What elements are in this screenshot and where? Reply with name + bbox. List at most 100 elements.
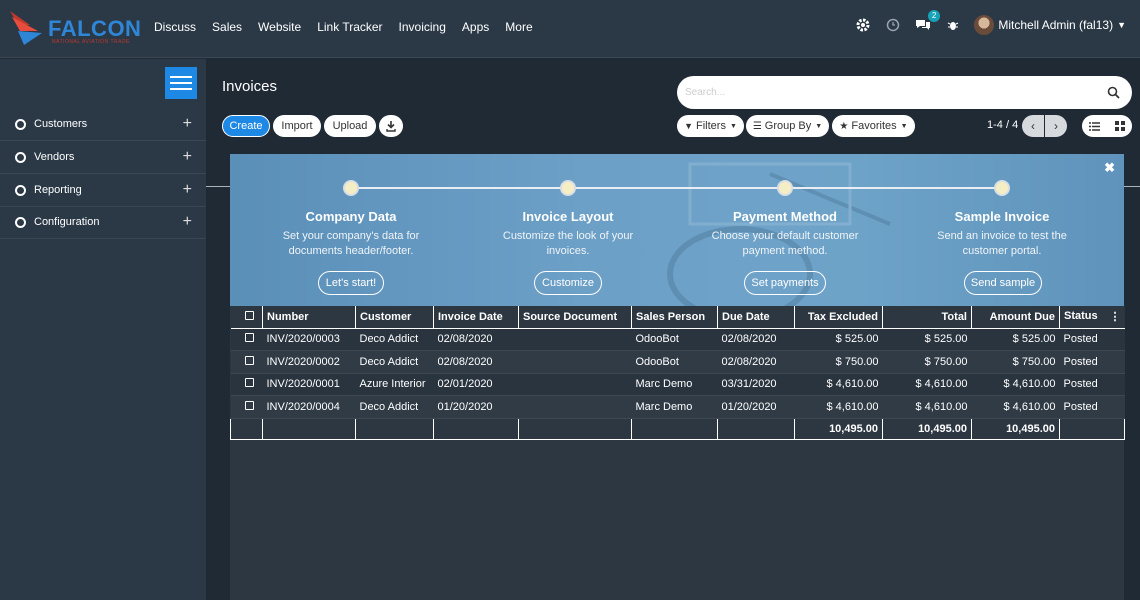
cell-amount-due: $ 525.00 bbox=[971, 328, 1060, 351]
set-payments-button[interactable]: Set payments bbox=[744, 271, 826, 295]
totals-empty-cell bbox=[717, 417, 795, 440]
select-all-checkbox[interactable] bbox=[230, 306, 263, 329]
cell-amount-due: $ 750.00 bbox=[971, 350, 1060, 374]
pager-previous-button[interactable]: ‹ bbox=[1022, 115, 1044, 137]
clock-icon[interactable] bbox=[884, 16, 902, 34]
cell-due-date: 02/08/2020 bbox=[717, 350, 795, 374]
send-sample-button[interactable]: Send sample bbox=[964, 271, 1042, 295]
favorites-dropdown[interactable]: ★ Favorites ▼ bbox=[832, 115, 915, 137]
row-checkbox[interactable] bbox=[230, 350, 263, 374]
cell-number: INV/2020/0004 bbox=[262, 395, 356, 419]
column-tax-excluded[interactable]: Tax Excluded bbox=[794, 306, 883, 329]
cell-total: $ 525.00 bbox=[882, 328, 972, 351]
sidebar-item-reporting[interactable]: Reporting + bbox=[0, 174, 206, 207]
caret-down-icon[interactable]: ▼ bbox=[1117, 20, 1126, 30]
menu-apps[interactable]: Apps bbox=[462, 20, 489, 34]
search-bar[interactable]: Search... bbox=[677, 76, 1132, 109]
cell-salesperson: OdooBot bbox=[631, 350, 718, 374]
cell-customer: Deco Addict bbox=[355, 395, 434, 419]
upload-button[interactable]: Upload bbox=[324, 115, 376, 137]
pager-value[interactable]: 1-4 / 4 bbox=[987, 119, 1018, 131]
table-row[interactable]: INV/2020/0002 Deco Addict 02/08/2020 Odo… bbox=[230, 350, 1125, 374]
filters-dropdown[interactable]: ▼ Filters ▼ bbox=[677, 115, 744, 137]
menu-link-tracker[interactable]: Link Tracker bbox=[317, 20, 382, 34]
cell-invoice-date: 02/08/2020 bbox=[433, 328, 519, 351]
falcon-logo[interactable]: FALCON NATIONAL AVIATION TRADE bbox=[8, 7, 143, 49]
cell-total: $ 750.00 bbox=[882, 350, 972, 374]
search-input[interactable]: Search... bbox=[685, 87, 725, 98]
sidebar-item-vendors[interactable]: Vendors + bbox=[0, 141, 206, 174]
table-row[interactable]: INV/2020/0004 Deco Addict 01/20/2020 Mar… bbox=[230, 395, 1125, 419]
cell-status: Posted bbox=[1059, 328, 1125, 351]
step-dot bbox=[994, 180, 1010, 196]
search-icon[interactable] bbox=[1107, 86, 1120, 99]
step-title: Company Data bbox=[305, 209, 397, 224]
totals-empty-cell bbox=[1059, 417, 1125, 440]
menu-discuss[interactable]: Discuss bbox=[154, 20, 196, 34]
cell-status: Posted bbox=[1059, 395, 1125, 419]
column-options-icon[interactable]: ⋮ bbox=[1110, 310, 1121, 323]
cell-tax-excluded: $ 750.00 bbox=[794, 350, 883, 374]
plus-icon[interactable]: + bbox=[183, 115, 192, 133]
menu-sales[interactable]: Sales bbox=[212, 20, 242, 34]
plus-icon[interactable]: + bbox=[183, 181, 192, 199]
menu-invoicing[interactable]: Invoicing bbox=[399, 20, 446, 34]
total-tax-excluded: 10,495.00 bbox=[794, 417, 883, 440]
row-checkbox[interactable] bbox=[230, 395, 263, 419]
column-number[interactable]: Number bbox=[262, 306, 356, 329]
cell-number: INV/2020/0001 bbox=[262, 373, 356, 396]
customize-button[interactable]: Customize bbox=[534, 271, 602, 295]
plus-icon[interactable]: + bbox=[183, 213, 192, 231]
cell-tax-excluded: $ 4,610.00 bbox=[794, 395, 883, 419]
totals-row: 10,495.00 10,495.00 10,495.00 bbox=[230, 417, 1125, 440]
lets-start-button[interactable]: Let's start! bbox=[318, 271, 384, 295]
row-checkbox[interactable] bbox=[230, 328, 263, 351]
cell-status: Posted bbox=[1059, 350, 1125, 374]
caret-down-icon: ▼ bbox=[900, 122, 908, 130]
table-row[interactable]: INV/2020/0003 Deco Addict 02/08/2020 Odo… bbox=[230, 328, 1125, 351]
column-customer[interactable]: Customer bbox=[355, 306, 434, 329]
column-status[interactable]: Status ⋮ bbox=[1059, 306, 1125, 329]
totals-empty-cell bbox=[433, 417, 519, 440]
avatar[interactable] bbox=[974, 15, 995, 35]
caret-down-icon: ▼ bbox=[815, 122, 823, 130]
chat-icon[interactable]: 2 bbox=[914, 10, 941, 34]
step-title: Sample Invoice bbox=[954, 209, 1050, 224]
table-row[interactable]: INV/2020/0001 Azure Interior 02/01/2020 … bbox=[230, 373, 1125, 396]
column-total[interactable]: Total bbox=[882, 306, 972, 329]
menu-more[interactable]: More bbox=[505, 20, 532, 34]
sidebar: Customers + Vendors + Reporting + Config… bbox=[0, 59, 206, 600]
group-by-dropdown[interactable]: ☰ Group By ▼ bbox=[746, 115, 829, 137]
cell-salesperson: Marc Demo bbox=[631, 395, 718, 419]
progress-line bbox=[351, 187, 1002, 189]
plus-icon[interactable]: + bbox=[183, 148, 192, 166]
hamburger-menu-icon[interactable] bbox=[165, 67, 197, 99]
column-status-label: Status bbox=[1064, 310, 1098, 323]
menu-website[interactable]: Website bbox=[258, 20, 301, 34]
row-checkbox[interactable] bbox=[230, 373, 263, 396]
kanban-view-button[interactable] bbox=[1107, 115, 1132, 137]
main-menu: Discuss Sales Website Link Tracker Invoi… bbox=[154, 20, 533, 34]
download-icon bbox=[386, 120, 396, 132]
user-name[interactable]: Mitchell Admin (fal13) bbox=[998, 18, 1113, 32]
sidebar-item-label: Customers bbox=[34, 118, 88, 130]
sidebar-item-configuration[interactable]: Configuration + bbox=[0, 206, 206, 239]
close-icon[interactable]: ✖ bbox=[1104, 160, 1115, 176]
bug-icon[interactable] bbox=[944, 16, 962, 34]
total-amount-due: 10,495.00 bbox=[971, 417, 1060, 440]
download-button[interactable] bbox=[379, 115, 403, 137]
pager-next-button[interactable]: › bbox=[1045, 115, 1067, 137]
column-source-document[interactable]: Source Document bbox=[518, 306, 632, 329]
list-view-button[interactable] bbox=[1082, 115, 1107, 137]
column-amount-due[interactable]: Amount Due bbox=[971, 306, 1060, 329]
import-button[interactable]: Import bbox=[273, 115, 321, 137]
gear-icon[interactable] bbox=[854, 16, 872, 34]
circle-icon bbox=[15, 216, 26, 228]
create-button[interactable]: Create bbox=[222, 115, 270, 137]
column-due-date[interactable]: Due Date bbox=[717, 306, 795, 329]
column-invoice-date[interactable]: Invoice Date bbox=[433, 306, 519, 329]
step-dot bbox=[343, 180, 359, 196]
cell-salesperson: OdooBot bbox=[631, 328, 718, 351]
column-sales-person[interactable]: Sales Person bbox=[631, 306, 718, 329]
sidebar-item-customers[interactable]: Customers + bbox=[0, 108, 206, 141]
